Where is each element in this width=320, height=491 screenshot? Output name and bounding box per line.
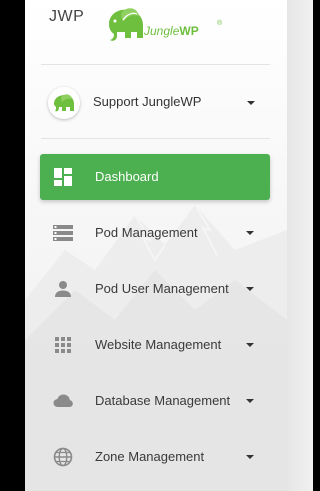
account-switcher[interactable]: Support JungleWP xyxy=(47,86,261,120)
chevron-down-icon xyxy=(246,343,254,347)
account-name: Support JungleWP xyxy=(93,94,202,109)
brand-short-name: JWP xyxy=(49,8,85,25)
nav-item-website-management[interactable]: Website Management xyxy=(40,322,270,368)
nav-item-zone-management[interactable]: Zone Management xyxy=(40,434,270,480)
dashboard-icon xyxy=(54,168,72,186)
elephant-logo-icon xyxy=(109,8,143,41)
nav-label-dashboard: Dashboard xyxy=(95,169,159,184)
chevron-down-icon xyxy=(246,287,254,291)
main-content-edge xyxy=(287,0,313,491)
brand-logo[interactable]: JungleWP ® xyxy=(103,2,227,48)
logo-wordmark: JungleWP xyxy=(144,24,199,38)
nav-label-pod-user-management: Pod User Management xyxy=(95,281,229,296)
nav-label-website-management: Website Management xyxy=(95,337,222,352)
nav-label-zone-management: Zone Management xyxy=(95,449,205,464)
globe-icon xyxy=(53,447,73,467)
header-divider xyxy=(41,64,270,65)
nav-item-database-management[interactable]: Database Management xyxy=(40,378,270,424)
chevron-down-icon xyxy=(246,455,254,459)
avatar xyxy=(48,87,80,119)
sidebar: JWP JungleWP ® Support JungleWP Dashboar… xyxy=(25,0,287,491)
chevron-down-icon xyxy=(246,399,254,403)
grid-apps-icon xyxy=(55,337,71,353)
app-window: JWP JungleWP ® Support JungleWP Dashboar… xyxy=(0,0,313,491)
nav-label-pod-management: Pod Management xyxy=(95,225,198,240)
server-list-icon xyxy=(53,225,73,241)
account-divider xyxy=(41,138,270,139)
logo-registered-mark: ® xyxy=(217,20,223,27)
person-icon xyxy=(55,281,71,297)
nav-item-pod-user-management[interactable]: Pod User Management xyxy=(40,266,270,312)
nav-item-dashboard[interactable]: Dashboard xyxy=(40,154,270,200)
chevron-down-icon xyxy=(247,101,255,105)
chevron-down-icon xyxy=(246,231,254,235)
nav-label-database-management: Database Management xyxy=(95,393,231,408)
nav-item-pod-management[interactable]: Pod Management xyxy=(40,210,270,256)
elephant-avatar-icon xyxy=(48,87,80,119)
cloud-icon xyxy=(53,394,73,407)
